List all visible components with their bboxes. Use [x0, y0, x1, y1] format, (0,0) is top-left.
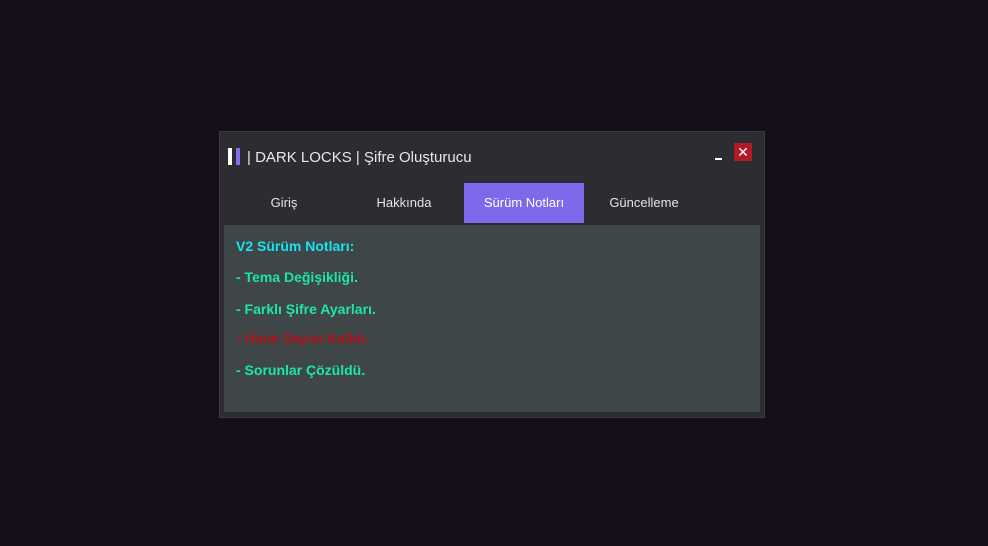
window-title: | DARK LOCKS | Şifre Oluşturucu [247, 149, 472, 166]
title-bar[interactable]: | DARK LOCKS | Şifre Oluşturucu ✕ [220, 132, 764, 182]
tab-surum-notlari[interactable]: Sürüm Notları [464, 183, 584, 223]
close-button[interactable]: ✕ [734, 143, 752, 161]
tab-bar: Giriş Hakkında Sürüm Notları Güncelleme [224, 183, 760, 223]
app-logo-icon [228, 148, 242, 165]
minimize-icon [715, 158, 722, 160]
note-item: - Tema Değişikliği. [236, 269, 358, 285]
close-icon: ✕ [737, 144, 749, 160]
minimize-button[interactable] [708, 150, 724, 166]
note-item: - Farklı Şifre Ayarları. [236, 301, 376, 317]
app-window: | DARK LOCKS | Şifre Oluşturucu ✕ Giriş … [220, 132, 764, 417]
tab-giris[interactable]: Giriş [224, 183, 344, 223]
notes-heading: V2 Sürüm Notları: [236, 238, 355, 254]
note-item: - Sorunlar Çözüldü. [236, 362, 366, 378]
note-item: - Hane Sayısı Kalktı. [236, 330, 370, 346]
tab-hakkinda[interactable]: Hakkında [344, 183, 464, 223]
tab-guncelleme[interactable]: Güncelleme [584, 183, 704, 223]
release-notes-panel: V2 Sürüm Notları: - Tema Değişikliği. - … [224, 225, 760, 412]
